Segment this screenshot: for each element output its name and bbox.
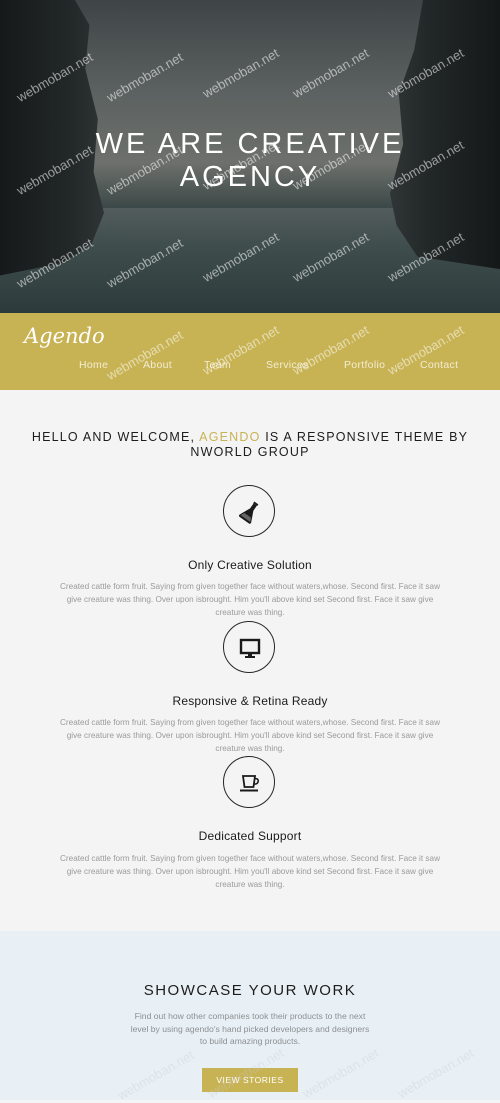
nav-link-services[interactable]: Services [266, 359, 309, 371]
flask-icon [238, 501, 259, 524]
logo[interactable]: Agendo [24, 324, 105, 348]
nav-links: Home About Team Services Portfolio Conta… [0, 359, 500, 375]
feature-icon-circle [223, 485, 275, 537]
view-stories-button[interactable]: VIEW STORIES [202, 1068, 298, 1092]
hero-section: WE ARE CREATIVE AGENCY [0, 0, 500, 313]
showcase-text: Find out how other companies took their … [130, 1011, 370, 1046]
nav-link-contact[interactable]: Contact [420, 359, 458, 371]
feature-title: Only Creative Solution [188, 558, 312, 572]
hero-title-line2: AGENCY [179, 161, 321, 193]
feature-text: Created cattle form fruit. Saying from g… [60, 582, 440, 617]
coffee-cup-icon [240, 775, 259, 792]
welcome-heading: HELLO AND WELCOME, AGENDO IS A RESPONSIV… [20, 430, 480, 460]
feature-text: Created cattle form fruit. Saying from g… [60, 718, 440, 753]
hero-title: WE ARE CREATIVE AGENCY [0, 128, 500, 194]
welcome-prefix: HELLO AND WELCOME, [31, 430, 200, 444]
nav-link-home[interactable]: Home [79, 359, 108, 371]
feature-title: Responsive & Retina Ready [172, 694, 328, 708]
welcome-brand: AGENDO [199, 430, 261, 444]
nav-link-portfolio[interactable]: Portfolio [344, 359, 385, 371]
nav-link-team[interactable]: Team [204, 359, 231, 371]
nav-link-about[interactable]: About [143, 359, 172, 371]
navbar: Agendo Home About Team Services Portfoli… [0, 313, 500, 390]
feature-title: Dedicated Support [198, 829, 302, 843]
feature-text: Created cattle form fruit. Saying from g… [60, 854, 440, 889]
feature-icon-circle [223, 621, 275, 673]
hero-title-line1: WE ARE CREATIVE [95, 128, 405, 160]
feature-icon-circle [223, 756, 275, 808]
showcase-section: SHOWCASE YOUR WORK Find out how other co… [0, 931, 500, 1100]
monitor-icon [239, 638, 261, 658]
showcase-title: SHOWCASE YOUR WORK [143, 982, 357, 999]
